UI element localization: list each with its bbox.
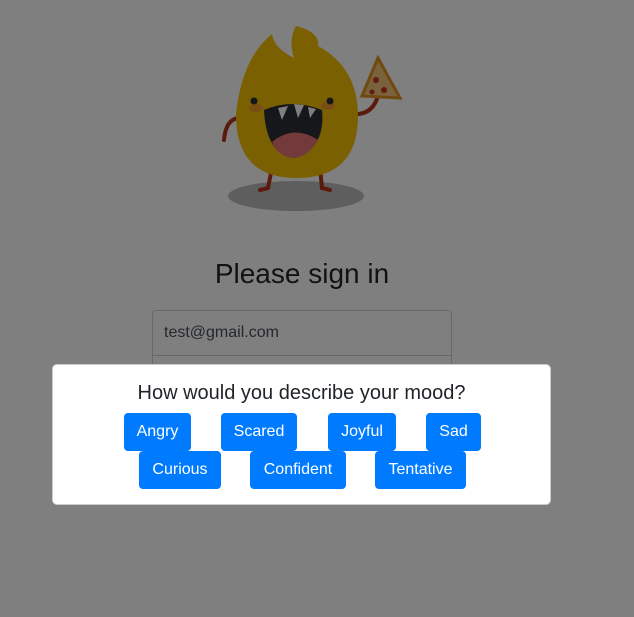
mood-joyful-button[interactable]: Joyful [328,413,396,451]
modal-backdrop[interactable] [0,0,634,617]
mood-modal: How would you describe your mood? Angry … [52,364,551,505]
mood-tentative-button[interactable]: Tentative [375,451,466,489]
mood-angry-button[interactable]: Angry [124,413,191,451]
mood-curious-button[interactable]: Curious [139,451,221,489]
mood-confident-button[interactable]: Confident [250,451,346,489]
mood-sad-button[interactable]: Sad [426,413,481,451]
mood-question: How would you describe your mood? [137,382,466,404]
mood-scared-button[interactable]: Scared [221,413,297,451]
